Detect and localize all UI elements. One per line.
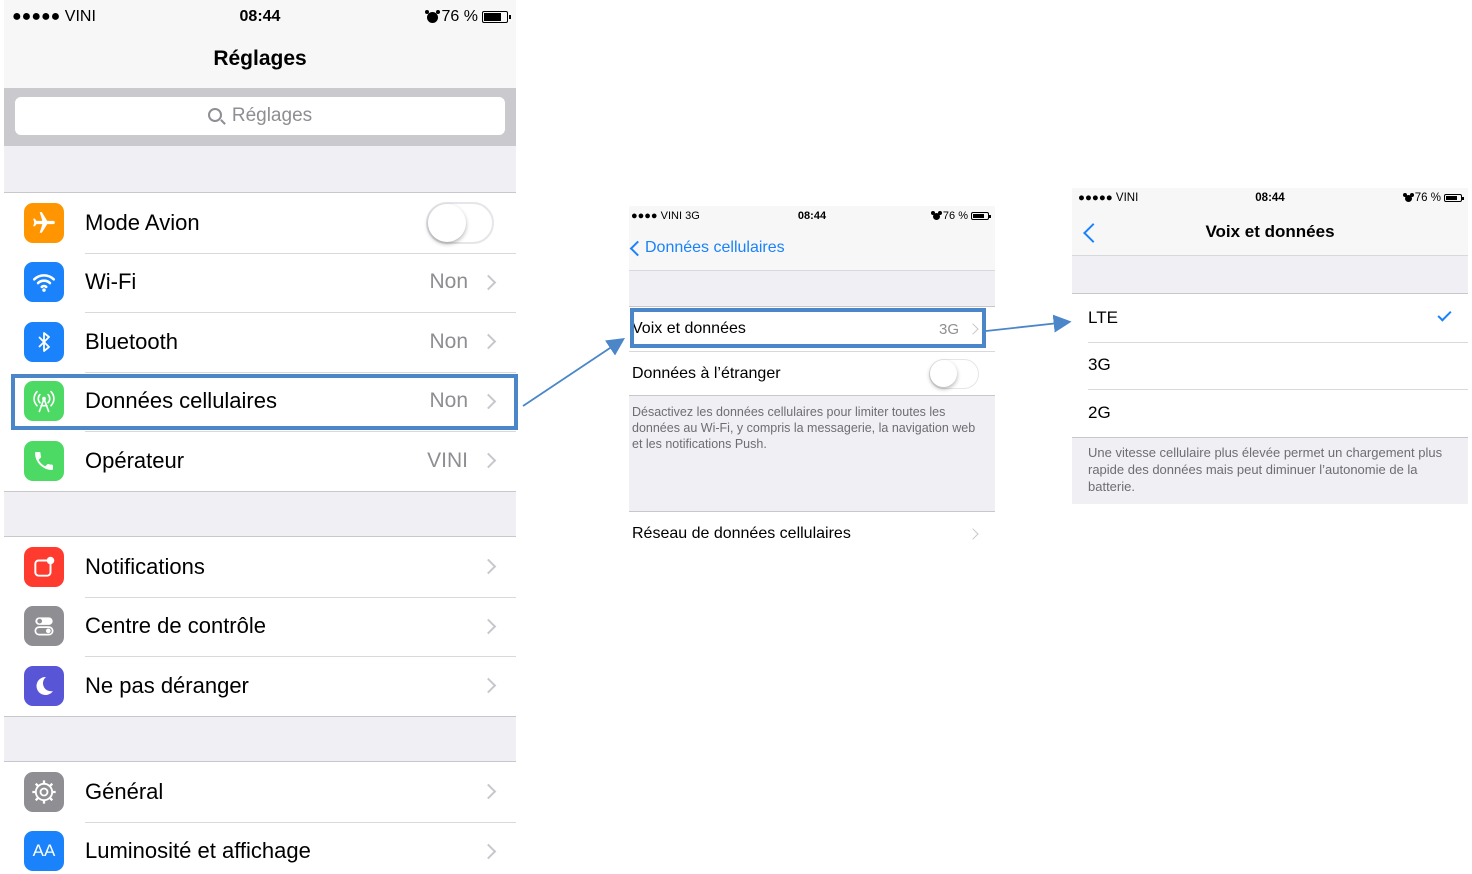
arrow-to-cellular bbox=[522, 338, 625, 407]
flow-arrows bbox=[522, 314, 1072, 407]
arrow-to-voice-data bbox=[985, 314, 1072, 333]
